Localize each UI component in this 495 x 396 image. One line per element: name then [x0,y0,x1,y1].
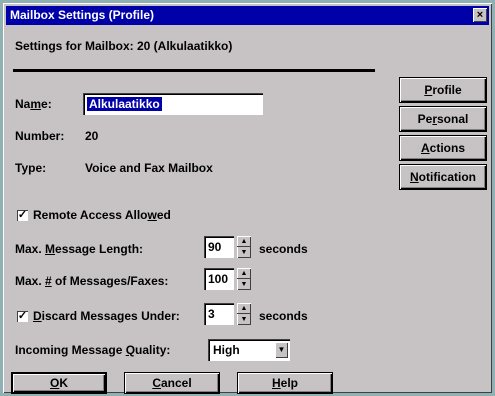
number-label: Number: [15,129,65,143]
spin-up-icon[interactable]: ▲ [237,268,251,279]
header-divider [13,69,375,72]
discard-messages-checkbox[interactable]: ✓ [17,311,28,322]
max-message-length-input[interactable]: 90 [204,236,234,258]
spin-down-icon[interactable]: ▼ [237,314,251,325]
title-bar[interactable]: Mailbox Settings (Profile) × [6,6,489,25]
discard-under-input[interactable]: 3 [204,303,234,325]
type-label: Type: [15,161,47,175]
max-message-length-unit: seconds [259,242,308,256]
discard-under-unit: seconds [259,309,308,323]
spin-up-icon[interactable]: ▲ [237,236,251,247]
tab-personal[interactable]: Personal [399,106,487,132]
discard-under-spinner[interactable]: ▲ ▼ [237,303,251,325]
help-button[interactable]: Help [237,372,333,394]
tab-actions[interactable]: Actions [399,135,487,161]
close-icon[interactable]: × [473,8,487,22]
window-title: Mailbox Settings (Profile) [10,8,155,22]
spin-up-icon[interactable]: ▲ [237,303,251,314]
type-value: Voice and Fax Mailbox [85,161,213,175]
number-value: 20 [85,129,99,143]
name-input[interactable]: Alkulaatikko [83,93,263,115]
name-input-value: Alkulaatikko [87,97,162,111]
settings-for-heading: Settings for Mailbox: 20 (Alkulaatikko) [15,39,233,53]
ok-button[interactable]: OK [11,372,107,394]
name-label: Name: [15,97,52,111]
spin-down-icon[interactable]: ▼ [237,279,251,290]
tab-profile[interactable]: Profile [399,77,487,103]
chevron-down-icon[interactable]: ▼ [275,342,288,358]
remote-access-label: Remote Access Allowed [33,208,171,222]
max-messages-value: 100 [208,272,229,286]
incoming-quality-select[interactable]: High ▼ [208,339,290,361]
incoming-quality-label: Incoming Message Quality: [15,343,171,357]
max-message-length-value: 90 [208,240,222,254]
max-messages-spinner[interactable]: ▲ ▼ [237,268,251,290]
remote-access-checkbox[interactable]: ✓ [17,210,28,221]
max-message-length-label: Max. Message Length: [15,242,144,256]
max-messages-input[interactable]: 100 [204,268,234,290]
tab-notification[interactable]: Notification [399,164,487,190]
incoming-quality-value: High [213,343,240,357]
max-message-length-spinner[interactable]: ▲ ▼ [237,236,251,258]
cancel-button[interactable]: Cancel [124,372,220,394]
discard-messages-label: Discard Messages Under: [33,309,180,323]
discard-under-value: 3 [208,307,215,321]
spin-down-icon[interactable]: ▼ [237,247,251,258]
mailbox-settings-dialog: Mailbox Settings (Profile) × Settings fo… [3,3,492,394]
max-messages-label: Max. # of Messages/Faxes: [15,274,169,288]
